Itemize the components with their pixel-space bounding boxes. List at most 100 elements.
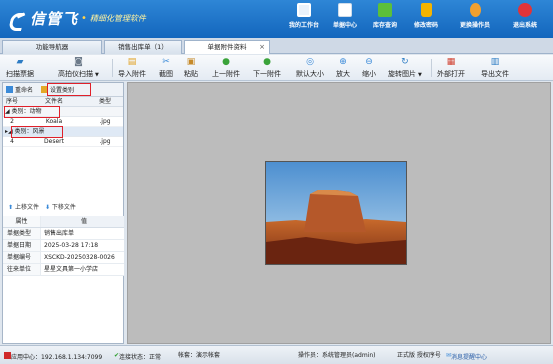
tab-close-icon[interactable]: ×: [259, 41, 265, 53]
toolbar-label: 导入附件: [118, 70, 146, 78]
inventory-icon: [378, 3, 392, 17]
toolbar-label: 导出文件: [481, 70, 509, 78]
chevron-down-icon: ▼: [418, 72, 422, 78]
chevron-down-icon: ▼: [95, 72, 99, 78]
next-icon: ●: [263, 57, 271, 67]
file-group-scenery: ▸◢ 类别：风景 4 Desert .jpg: [3, 126, 123, 147]
group-highlight: [4, 106, 60, 118]
scan-icon: ▰: [16, 57, 24, 67]
property-key: 单据编号: [3, 252, 41, 263]
default-size-icon: ◎: [306, 57, 314, 67]
edition-status: 正式版 授权序号: [397, 352, 441, 359]
property-value: XSCKD-20250328-0026: [44, 254, 115, 261]
screenshot-icon: ✂: [162, 57, 170, 67]
file-row[interactable]: 4 Desert .jpg: [3, 137, 123, 147]
property-row: 单据日期 2025-03-28 17:18: [3, 240, 124, 252]
document-center-label: 单据中心: [332, 22, 357, 29]
toolbar-label: 默认大小: [296, 70, 324, 78]
export-file-button[interactable]: ▥ 导出文件: [481, 57, 509, 79]
monitor-icon: [297, 3, 311, 17]
message-center-text: 消息提醒中心: [451, 354, 488, 361]
zoom-in-button[interactable]: ⊕ 放大: [336, 57, 350, 79]
connection-status: ✔ 连接状态：正常: [114, 348, 161, 363]
rename-label: 重命名: [15, 87, 34, 94]
property-value: 销售出库单: [44, 230, 75, 237]
property-column-attr: 属性: [3, 216, 41, 227]
move-down-label: 下移文件: [51, 203, 76, 211]
attachment-preview-image: [265, 161, 407, 265]
operator-status: 操作员：系统管理员(admin): [298, 352, 376, 359]
screenshot-button[interactable]: ✂ 截图: [159, 57, 173, 79]
connection-text: 连接状态：正常: [119, 354, 162, 361]
toolbar-label: 缩小: [362, 70, 376, 78]
camera-icon: ◙: [74, 57, 83, 67]
property-row: 单据类型 销售出库单: [3, 228, 124, 240]
rotate-image-button[interactable]: ↻ 旋转图片 ▼: [388, 57, 422, 79]
camera-scan-button[interactable]: ◙ 高拍仪扫描 ▼: [58, 57, 99, 79]
document-list-icon: [338, 3, 352, 17]
exit-icon: [518, 3, 532, 17]
change-password-button[interactable]: 修改密码: [406, 3, 446, 29]
import-attachment-button[interactable]: ▤ 导入附件: [118, 57, 146, 79]
tab-label: 单据附件资料: [207, 43, 247, 51]
toolbar-label: 旋转图片: [388, 70, 416, 78]
file-group-animals: ◢ 类别：动物 2 Koala .jpg: [3, 106, 123, 127]
property-value: 星星文具第一小学店: [44, 266, 99, 273]
property-grid: 属性 值 单据类型 销售出库单 单据日期 2025-03-28 17:18 单据编号…: [3, 216, 124, 276]
set-category-highlight: [47, 83, 91, 96]
tab-function-navigator[interactable]: 功能导航器: [2, 40, 102, 54]
move-up-button[interactable]: ⬆ 上移文件: [8, 202, 39, 211]
default-size-button[interactable]: ◎ 默认大小: [296, 57, 324, 79]
previous-icon: ●: [222, 57, 230, 67]
paste-icon: ▣: [186, 57, 196, 67]
zoom-out-button[interactable]: ⊖ 缩小: [362, 57, 376, 79]
file-index: 2: [10, 118, 14, 125]
desert-image: [266, 162, 406, 264]
change-operator-button[interactable]: 更换操作员: [455, 3, 495, 29]
inventory-query-button[interactable]: 库存查询: [365, 3, 405, 29]
toolbar-label: 高拍仪扫描: [58, 70, 93, 78]
tab-document-attachments[interactable]: 单据附件资料 ×: [184, 40, 270, 54]
tab-sales-outbound[interactable]: 销售出库单（1）: [104, 40, 182, 54]
attachment-list-panel: 重命名 设置类别 序号 文件名 类型 ◢ 类别：动物 2 Koala .jpg …: [2, 82, 124, 344]
tab-bar: 功能导航器 销售出库单（1） 单据附件资料 ×: [0, 38, 553, 54]
column-filename: 文件名: [44, 98, 63, 105]
property-column-value: 值: [80, 218, 87, 225]
app-name: 信管飞: [30, 10, 79, 28]
file-index: 4: [10, 138, 14, 145]
toolbar: ▰ 扫描票据 ◙ 高拍仪扫描 ▼ ▤ 导入附件 ✂ 截图 ▣ 粘贴 ● 上一附件 ● 下一附件 …: [0, 55, 553, 81]
toolbar-label: 放大: [336, 70, 350, 78]
change-operator-label: 更换操作员: [459, 22, 490, 29]
toolbar-label: 扫描票据: [6, 70, 34, 78]
app-tagline: 精细化管理软件: [89, 14, 146, 23]
external-open-button[interactable]: ▦ 外部打开: [437, 57, 465, 79]
property-header: 属性 值: [3, 216, 124, 228]
file-name: Desert: [44, 138, 64, 145]
property-row: 单据编号 XSCKD-20250328-0026: [3, 252, 124, 264]
rename-button[interactable]: 重命名: [6, 85, 33, 94]
scan-receipt-button[interactable]: ▰ 扫描票据: [6, 57, 34, 79]
move-down-button[interactable]: ⬇ 下移文件: [45, 202, 76, 211]
my-workbench-button[interactable]: 我的工作台: [284, 3, 324, 29]
next-attachment-button[interactable]: ● 下一附件: [253, 57, 281, 79]
toolbar-label: 粘贴: [184, 70, 198, 78]
image-viewer[interactable]: [127, 82, 551, 344]
exit-system-button[interactable]: 退出系统: [505, 3, 545, 29]
document-center-button[interactable]: 单据中心: [325, 3, 365, 29]
change-password-label: 修改密码: [413, 22, 438, 29]
app-center-status: 应用中心：192.168.1.134:7099: [4, 348, 102, 363]
app-center-icon: [4, 352, 11, 359]
inventory-query-label: 库存查询: [372, 22, 397, 29]
list-toolbar: 重命名 设置类别: [3, 83, 123, 97]
external-open-icon: ▦: [446, 57, 456, 67]
logo-mark-icon: [8, 10, 26, 28]
toolbar-label: 截图: [159, 70, 173, 78]
property-key: 单据类型: [3, 228, 41, 239]
message-center-button[interactable]: ✉ 消息提醒中心: [446, 348, 487, 363]
toolbar-label: 下一附件: [253, 70, 281, 78]
group-highlight: [11, 126, 63, 138]
my-workbench-label: 我的工作台: [288, 22, 319, 29]
column-type: 类型: [98, 98, 111, 105]
previous-attachment-button[interactable]: ● 上一附件: [212, 57, 240, 79]
paste-button[interactable]: ▣ 粘贴: [184, 57, 198, 79]
